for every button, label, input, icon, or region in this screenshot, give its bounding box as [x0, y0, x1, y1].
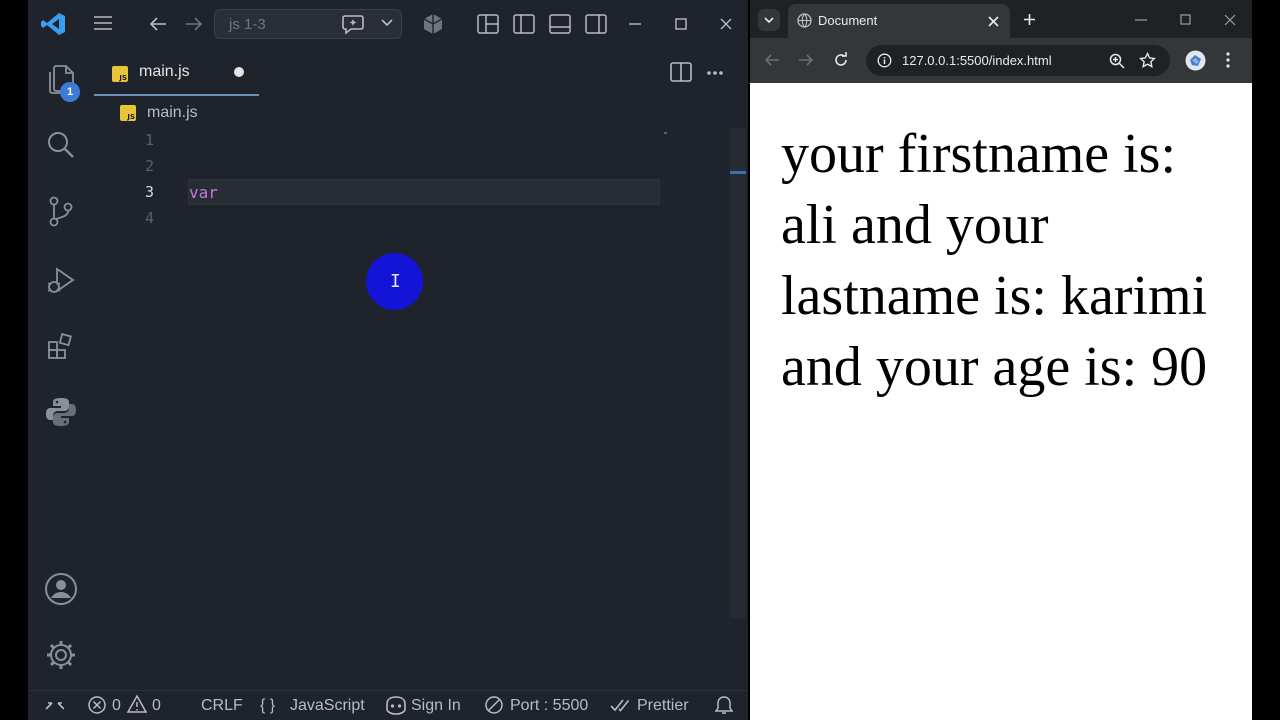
scrollbar-position-marker[interactable] [730, 171, 746, 174]
toggle-secondary-sidebar-icon[interactable] [585, 14, 607, 34]
more-actions-icon[interactable] [706, 70, 724, 76]
double-check-icon[interactable] [610, 696, 634, 714]
javascript-file-icon: JS [112, 66, 128, 82]
globe-icon [797, 13, 812, 28]
unsaved-dot-icon[interactable] [234, 67, 244, 77]
remote-indicator-icon[interactable] [44, 697, 64, 715]
language-mode[interactable]: JavaScript [290, 697, 365, 715]
line-number-active: 3 [144, 183, 154, 201]
toggle-panel-icon[interactable] [549, 14, 571, 34]
code-keyword-var[interactable]: var [189, 183, 218, 202]
browser-window: Document 127.0.0.1:5500/index.html your … [750, 0, 1252, 720]
menu-icon[interactable] [93, 14, 113, 32]
source-control-icon[interactable] [44, 194, 78, 228]
split-editor-icon[interactable] [670, 62, 692, 82]
bookmark-star-icon[interactable] [1139, 52, 1156, 69]
minimap-mark [664, 132, 667, 134]
close-icon[interactable] [719, 17, 733, 31]
text-cursor-ibeam: I [390, 271, 401, 292]
prettier-formatter[interactable]: Prettier [637, 697, 689, 715]
notifications-bell-icon[interactable] [714, 695, 734, 715]
minimize-icon[interactable] [628, 17, 642, 31]
web-page-content: your firstname is: ali and your lastname… [750, 83, 1252, 720]
search-text: js 1-3 [229, 16, 266, 33]
browser-back-icon[interactable] [764, 52, 780, 68]
customize-layout-icon[interactable] [477, 14, 499, 34]
copilot-chat-icon[interactable] [341, 13, 365, 35]
run-debug-icon[interactable] [44, 264, 78, 298]
window-close-icon[interactable] [1224, 14, 1236, 26]
url-text[interactable]: 127.0.0.1:5500/index.html [902, 53, 1052, 68]
line-number: 1 [144, 131, 154, 149]
command-center-search[interactable]: js 1-3 [214, 9, 402, 39]
language-braces-icon: { } [260, 697, 276, 714]
maximize-icon[interactable] [674, 17, 688, 31]
editor-tab-strip: JS main.js [94, 48, 748, 96]
settings-gear-icon[interactable] [44, 638, 78, 672]
page-output-text: your firstname is: ali and your lastname… [781, 123, 1208, 398]
extension-cube-icon[interactable] [422, 13, 444, 35]
extensions-icon[interactable] [44, 329, 78, 363]
browser-forward-icon[interactable] [798, 52, 814, 68]
title-bar: js 1-3 [28, 0, 748, 48]
tab-search-button[interactable] [758, 9, 780, 31]
back-arrow-icon[interactable] [148, 14, 168, 34]
tab-label: main.js [139, 63, 190, 80]
window-minimize-icon[interactable] [1135, 19, 1147, 21]
sign-in-button[interactable]: Sign In [411, 697, 461, 715]
tab-title: Document [818, 13, 878, 28]
warning-icon[interactable] [126, 694, 148, 714]
reload-icon[interactable] [833, 52, 849, 68]
status-bar: 0 0 CRLF { } JavaScript Sign In Port : 5… [28, 690, 748, 720]
breadcrumb: JS main.js [94, 98, 748, 128]
window-maximize-icon[interactable] [1180, 14, 1191, 25]
search-icon[interactable] [44, 128, 78, 162]
browser-toolbar: 127.0.0.1:5500/index.html [750, 38, 1252, 83]
current-line-highlight [188, 179, 660, 205]
javascript-file-icon: JS [120, 105, 136, 121]
activity-bar [28, 48, 94, 688]
vscode-logo-icon [40, 12, 66, 36]
eol-indicator[interactable]: CRLF [201, 697, 243, 715]
line-number: 2 [144, 157, 154, 175]
python-icon[interactable] [44, 395, 78, 429]
address-bar[interactable]: 127.0.0.1:5500/index.html [866, 45, 1170, 76]
editor-scrollbar[interactable] [730, 128, 746, 618]
error-count[interactable]: 0 [112, 697, 121, 715]
forward-arrow-icon[interactable] [184, 14, 204, 34]
port-disabled-icon[interactable] [484, 695, 504, 715]
browser-tab-document[interactable]: Document [788, 4, 1010, 38]
code-editor[interactable]: 1 2 3 4 var [94, 128, 664, 688]
zoom-icon[interactable] [1109, 53, 1125, 69]
live-server-port[interactable]: Port : 5500 [510, 697, 588, 715]
tab-close-icon[interactable] [988, 16, 999, 27]
line-number: 4 [144, 209, 154, 227]
copilot-icon[interactable] [384, 695, 408, 715]
tab-main-js[interactable]: JS main.js [94, 48, 259, 96]
breadcrumb-file[interactable]: main.js [147, 104, 198, 122]
warning-count[interactable]: 0 [152, 697, 161, 715]
explorer-badge: 1 [60, 82, 80, 102]
chevron-down-icon[interactable] [380, 18, 394, 28]
browser-tab-bar: Document [750, 0, 1252, 38]
vscode-window: js 1-3 1 JS main.js JS main.js 1 2 3 4 v… [28, 0, 748, 720]
new-tab-plus-icon[interactable] [1023, 13, 1036, 26]
browser-menu-kebab-icon[interactable] [1226, 52, 1230, 68]
error-icon[interactable] [87, 695, 107, 715]
accounts-icon[interactable] [44, 572, 78, 606]
desktop-edge [1252, 0, 1280, 720]
site-info-icon[interactable] [877, 53, 892, 68]
profile-avatar[interactable] [1185, 50, 1206, 71]
toggle-primary-sidebar-icon[interactable] [513, 14, 535, 34]
